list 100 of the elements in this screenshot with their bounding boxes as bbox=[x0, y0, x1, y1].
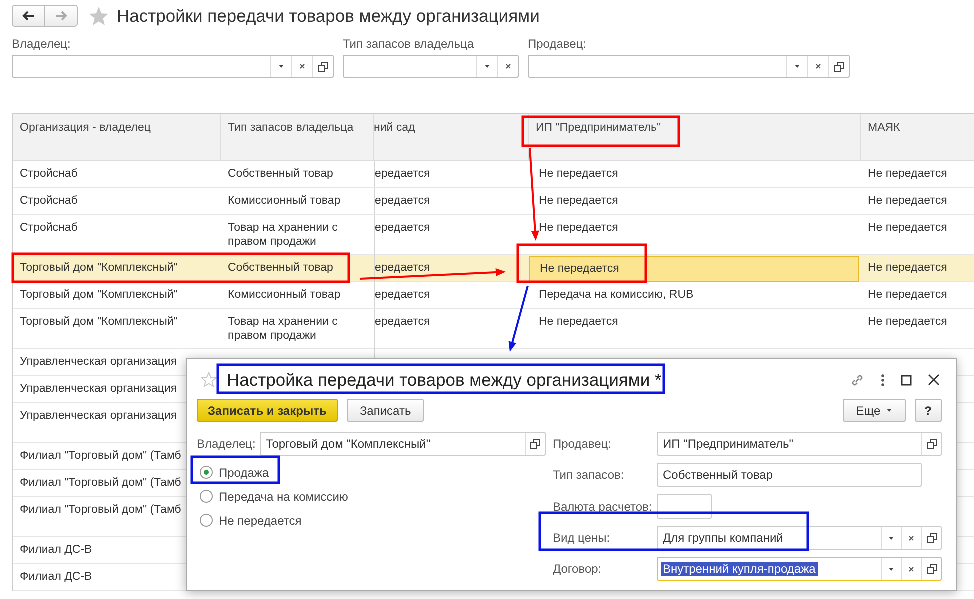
input-field[interactable]: ИП "Предприниматель" bbox=[657, 432, 942, 456]
input-field[interactable]: Для группы компаний bbox=[657, 526, 942, 550]
maximize-icon[interactable] bbox=[901, 374, 912, 386]
input-field[interactable]: Внутренний купля-продажа bbox=[657, 557, 942, 581]
radio-button[interactable] bbox=[200, 514, 213, 527]
column-header[interactable]: Тип запасов владельца bbox=[221, 114, 374, 160]
table-cell: ередается bbox=[375, 262, 430, 274]
dropdown-icon[interactable] bbox=[278, 63, 284, 70]
table-cell: Не передается bbox=[539, 195, 618, 207]
help-button[interactable]: ? bbox=[914, 399, 942, 422]
input-field[interactable] bbox=[343, 55, 519, 78]
table-cell: Филиал ДС-В bbox=[20, 544, 92, 556]
input-field[interactable] bbox=[528, 55, 850, 78]
more-button[interactable]: Еще bbox=[843, 399, 906, 422]
table-cell: Собственный товар bbox=[228, 262, 334, 274]
table-cell: Стройснаб bbox=[20, 222, 78, 234]
column-header[interactable]: ний сад bbox=[374, 114, 529, 160]
field-label: Договор: bbox=[553, 562, 603, 576]
table-cell: Торговый дом "Комплексный" bbox=[20, 289, 178, 301]
clear-icon[interactable] bbox=[814, 63, 822, 70]
table-row[interactable]: Стройснаб Собственный товар ередается Не передается Не передается bbox=[13, 161, 974, 188]
arrow-left-icon[interactable] bbox=[22, 10, 35, 22]
input-field[interactable]: Собственный товар bbox=[657, 463, 922, 487]
dropdown-icon[interactable] bbox=[888, 566, 895, 572]
open-icon[interactable] bbox=[926, 533, 936, 543]
focused-cell[interactable]: Не передается bbox=[529, 256, 859, 282]
open-icon[interactable] bbox=[926, 439, 936, 449]
table-cell: Не передается bbox=[868, 195, 948, 207]
close-icon[interactable] bbox=[928, 374, 940, 386]
save-button[interactable]: Записать bbox=[346, 399, 424, 422]
table-cell: ередается bbox=[375, 316, 430, 328]
table-cell: Не передается bbox=[868, 168, 948, 180]
table-cell: Товар на хранении с правом продажи bbox=[228, 222, 338, 248]
field-label: Владелец: bbox=[197, 437, 256, 451]
save-and-close-button[interactable]: Записать и закрыть bbox=[197, 399, 338, 422]
table-row[interactable]: Торговый дом "Комплексный" Товар на хранении с правом продажи ередается Не передается Не передается bbox=[13, 309, 974, 349]
table-row[interactable]: Стройснаб Комиссионный товар ередается Не передается Не передается bbox=[13, 188, 974, 215]
table-cell: ередается bbox=[375, 289, 430, 301]
table-cell: Не передается bbox=[868, 316, 948, 328]
back-button[interactable] bbox=[12, 5, 45, 27]
table-cell: Не передается bbox=[868, 222, 948, 234]
field-label: Продавец: bbox=[528, 37, 588, 51]
owner-field[interactable]: Торговый дом "Комплексный" bbox=[260, 432, 546, 456]
star-icon[interactable] bbox=[201, 372, 217, 388]
table-cell: Филиал ДС-В bbox=[20, 571, 92, 583]
dropdown-icon[interactable] bbox=[484, 63, 490, 70]
clear-icon[interactable] bbox=[298, 63, 306, 70]
table-cell: Стройснаб bbox=[20, 168, 78, 180]
table-cell: ередается bbox=[375, 222, 430, 234]
radio-button[interactable] bbox=[200, 466, 213, 479]
input-field[interactable] bbox=[12, 55, 334, 78]
table-cell: Товар на хранении с правом продажи bbox=[228, 316, 338, 342]
table-cell: Передача на комиссию, RUB bbox=[539, 289, 694, 301]
table-cell: Собственный товар bbox=[228, 168, 334, 180]
field-label: Вид цены: bbox=[553, 531, 612, 545]
table-cell: Торговый дом "Комплексный" bbox=[20, 316, 178, 328]
column-header[interactable]: Организация - владелец bbox=[13, 114, 221, 160]
radio-label[interactable]: Не передается bbox=[219, 514, 302, 528]
table-cell: Не передается bbox=[539, 222, 618, 234]
radio-button[interactable] bbox=[200, 490, 213, 503]
field-label: Валюта расчетов: bbox=[553, 500, 653, 514]
table-cell: ередается bbox=[375, 195, 430, 207]
table-cell: Филиал "Торговый дом" (Тамб bbox=[20, 477, 182, 489]
caret-icon[interactable] bbox=[886, 407, 893, 414]
open-icon[interactable] bbox=[834, 62, 844, 72]
table-cell: Управленческая организация bbox=[20, 410, 178, 422]
column-header[interactable]: МАЯК bbox=[861, 114, 974, 160]
table-cell: Торговый дом "Комплексный" bbox=[20, 262, 178, 274]
dropdown-icon[interactable] bbox=[794, 63, 800, 70]
dropdown-icon[interactable] bbox=[888, 534, 895, 542]
column-header[interactable]: ИП "Предприниматель" bbox=[529, 114, 861, 160]
radio-label[interactable]: Продажа bbox=[219, 466, 270, 480]
more-icon[interactable] bbox=[881, 374, 885, 386]
table-cell: Стройснаб bbox=[20, 195, 78, 207]
open-icon[interactable] bbox=[530, 439, 540, 449]
open-icon[interactable] bbox=[318, 62, 328, 72]
table-row[interactable]: Торговый дом "Комплексный" Комиссионный товар ередается Передача на комиссию, RUB Не передается bbox=[13, 282, 974, 309]
table-cell: Не передается bbox=[868, 289, 948, 301]
field-label: Тип запасов: bbox=[553, 468, 626, 482]
open-icon[interactable] bbox=[926, 564, 936, 574]
table-cell: Управленческая организация bbox=[20, 383, 178, 395]
table-cell: Управленческая организация bbox=[20, 356, 178, 368]
link-icon[interactable] bbox=[850, 372, 865, 388]
table-cell: Комиссионный товар bbox=[228, 195, 341, 207]
selected-row[interactable]: Торговый дом "Комплексный" Собственный товар ередается Не передается Не передается bbox=[13, 255, 974, 282]
table-cell: Не передается bbox=[868, 262, 948, 274]
clear-icon[interactable] bbox=[504, 63, 512, 70]
table-cell: Филиал "Торговый дом" (Тамб bbox=[20, 450, 182, 462]
field-label: Продавец: bbox=[553, 437, 613, 451]
table-cell: Комиссионный товар bbox=[228, 289, 341, 301]
table-cell: Не передается bbox=[539, 168, 618, 180]
clear-icon[interactable] bbox=[908, 566, 915, 572]
field-label: Тип запасов владельца bbox=[343, 37, 476, 51]
radio-label[interactable]: Передача на комиссию bbox=[219, 490, 348, 504]
field-label: Владелец: bbox=[12, 37, 72, 51]
star-icon[interactable] bbox=[89, 6, 109, 26]
clear-icon[interactable] bbox=[908, 534, 915, 542]
window-title: Настройки передачи товаров между организациями bbox=[117, 6, 540, 26]
table-cell: ередается bbox=[375, 168, 430, 180]
table-cell: Филиал "Торговый дом" (Тамб bbox=[20, 504, 182, 516]
